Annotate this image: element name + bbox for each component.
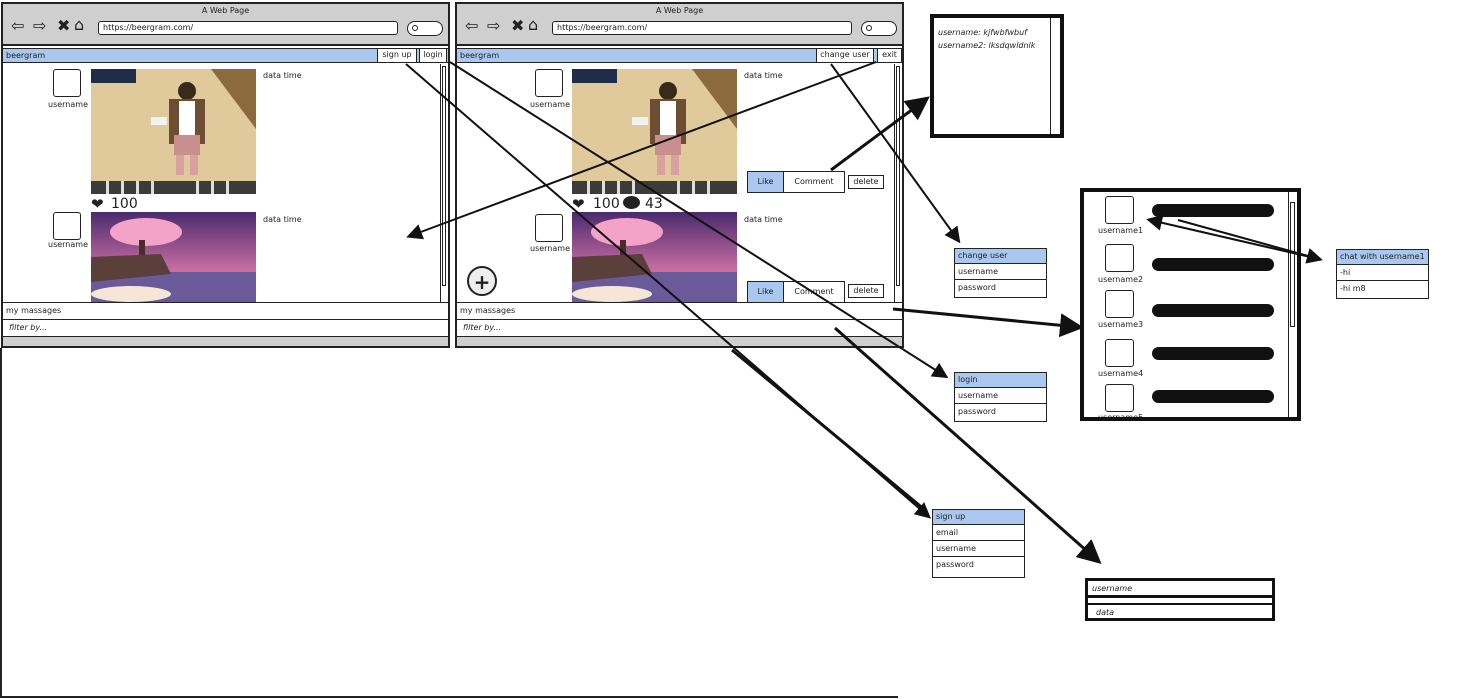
- arrow-login-to-form: [449, 61, 949, 379]
- arrow-exit-to-logged-out: [406, 61, 877, 240]
- arrow-filter-to-panel: [834, 326, 1102, 564]
- flow-arrows: [405, 61, 1323, 564]
- arrow-change-user-to-form: [830, 63, 961, 244]
- arrow-messages-left: [731, 348, 926, 512]
- arrow-chat-back-to-user: [1146, 214, 1320, 260]
- arrow-comment-to-popup: [830, 96, 930, 172]
- arrow-messages-to-panel: [892, 307, 1084, 338]
